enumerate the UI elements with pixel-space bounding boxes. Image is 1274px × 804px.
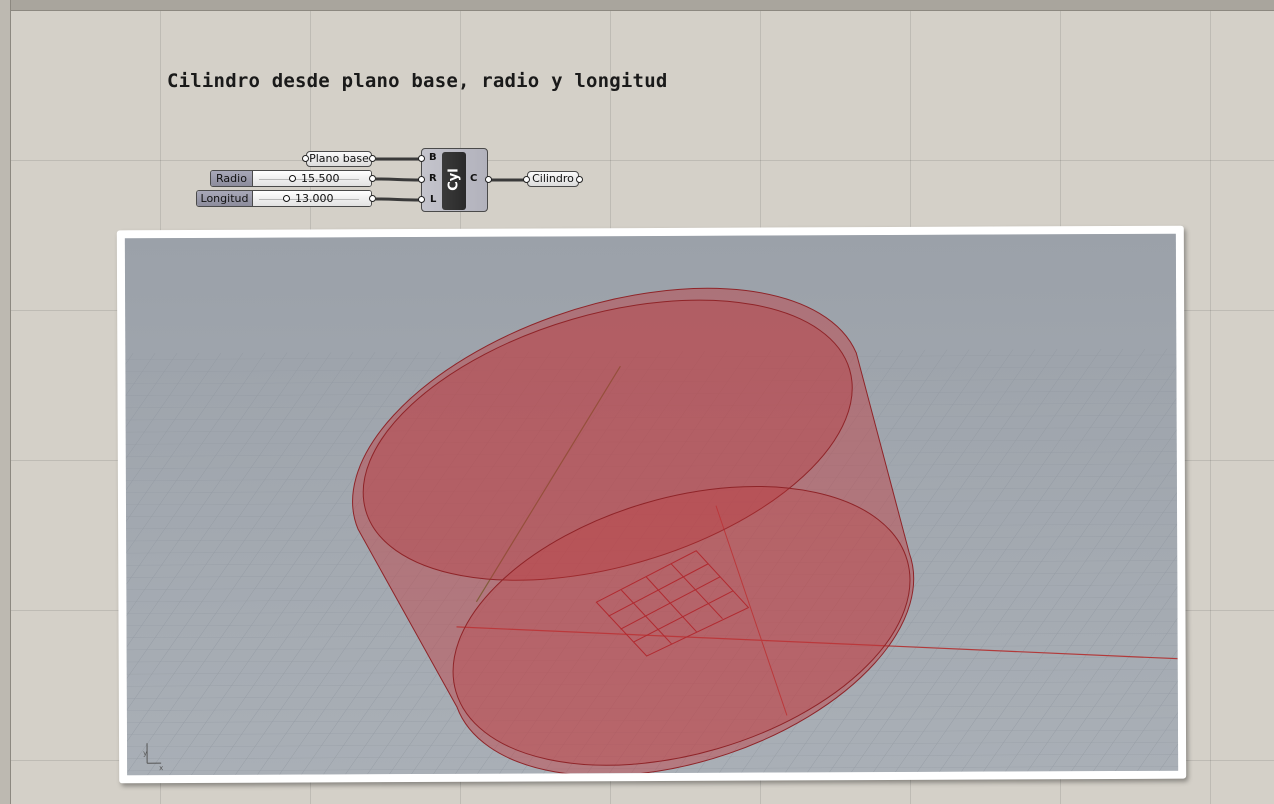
cylinder-input-l-grip[interactable] [418,196,425,203]
length-slider-output-grip[interactable] [369,195,376,202]
radius-slider-value: 15.500 [301,172,340,185]
cylinder-output-param[interactable]: Cilindro [527,171,579,187]
canvas-left-border [0,0,11,804]
radius-slider-track[interactable]: 15.500 [253,171,371,186]
port-b[interactable]: B [429,152,437,163]
viewport-frame: y x [116,225,1187,784]
viewport-scene: y x [124,233,1179,776]
radius-slider-grip[interactable] [289,175,296,182]
radius-slider-name: Radio [211,171,253,186]
rhino-viewport[interactable]: y x [124,233,1179,776]
radius-slider[interactable]: Radio 15.500 [210,170,372,187]
plane-base-param[interactable]: Plano base [306,151,372,167]
plane-base-label: Plano base [309,152,369,165]
axis-indicator-x-label: x [159,764,163,772]
length-slider-grip[interactable] [283,195,290,202]
canvas-top-border [0,0,1274,11]
cylinder-output-param-input-grip[interactable] [523,176,530,183]
axis-indicator-y-label: y [143,749,147,757]
length-slider-name: Longitud [197,191,253,206]
cylinder-output-c-grip[interactable] [485,176,492,183]
cylinder-component-core[interactable]: Cyl [442,152,466,210]
cylinder-output-label: Cilindro [532,172,574,185]
plane-base-input-grip[interactable] [302,155,309,162]
length-slider-value: 13.000 [295,192,334,205]
cylinder-component[interactable]: B R L Cyl C [421,148,488,212]
cylinder-input-r-grip[interactable] [418,176,425,183]
cylinder-component-nickname: Cyl [446,168,462,191]
cylinder-output-param-output-grip[interactable] [576,176,583,183]
plane-base-output-grip[interactable] [369,155,376,162]
cylinder-input-b-grip[interactable] [418,155,425,162]
length-slider[interactable]: Longitud 13.000 [196,190,372,207]
port-l[interactable]: L [430,194,436,205]
canvas-title: Cilindro desde plano base, radio y longi… [167,70,668,92]
length-slider-track[interactable]: 13.000 [253,191,371,206]
radius-slider-output-grip[interactable] [369,175,376,182]
port-c[interactable]: C [470,173,477,184]
port-r[interactable]: R [429,173,437,184]
